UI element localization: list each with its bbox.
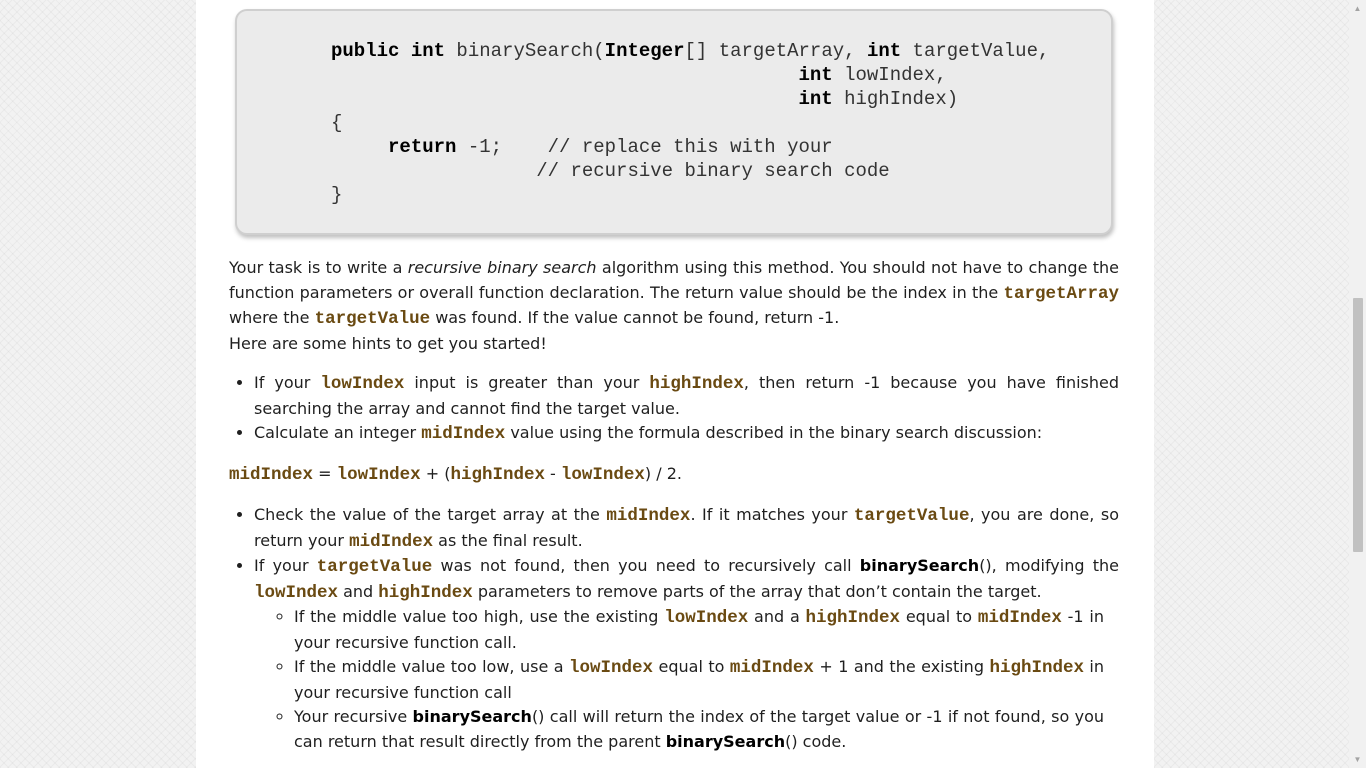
- code-term: lowIndex: [569, 658, 654, 678]
- code-term: highIndex: [649, 374, 744, 394]
- code-text: lowIndex,: [832, 64, 947, 86]
- code-term: lowIndex: [336, 464, 421, 485]
- code-text: -1;: [456, 136, 503, 158]
- code-text: }: [331, 184, 343, 206]
- text: parameters to remove parts of the array …: [472, 581, 1042, 601]
- sub-list-item: If the middle value too low, use a lowIn…: [294, 655, 1104, 705]
- code-keyword: int: [798, 64, 833, 86]
- text: If your: [254, 556, 317, 575]
- code-term: midIndex: [606, 506, 691, 526]
- list-item: Check the value of the target array at t…: [254, 503, 1119, 554]
- code-term: highIndex: [450, 464, 545, 485]
- code-comment: // recursive binary search code: [536, 160, 890, 182]
- code-keyword: return: [388, 136, 457, 158]
- code-line-7: }: [331, 183, 1049, 207]
- emphasis-text: recursive binary search: [407, 258, 597, 277]
- code-comment: // replace this with your: [547, 136, 833, 158]
- code-term: highIndex: [378, 582, 473, 603]
- bold-term: binarySearch: [665, 731, 786, 751]
- text: ) / 2.: [644, 463, 682, 483]
- scroll-up-icon[interactable]: ▲: [1349, 0, 1366, 17]
- text: value using the formula described in the…: [505, 423, 1043, 442]
- text: equal to: [653, 657, 730, 676]
- text: Your recursive: [294, 707, 413, 726]
- text: and a: [748, 607, 806, 626]
- text: where the: [229, 308, 315, 327]
- code-text: targetValue,: [901, 40, 1050, 62]
- list-item: If your lowIndex input is greater than y…: [254, 371, 1119, 421]
- code-keyword: int: [798, 88, 833, 110]
- code-line-6: // recursive binary search code: [331, 159, 1049, 183]
- code-line-4: {: [331, 111, 1049, 135]
- vertical-scrollbar[interactable]: ▲ ▼: [1349, 0, 1366, 768]
- text: Calculate an integer: [254, 423, 422, 442]
- code-block: public int binarySearch(Integer[] target…: [331, 39, 1049, 207]
- code-term: midIndex: [421, 424, 506, 444]
- intro-paragraph: Your task is to write a recursive binary…: [229, 256, 1119, 332]
- sub-list-item: If the middle value too high, use the ex…: [294, 605, 1104, 655]
- code-text: [] targetArray,: [684, 40, 867, 62]
- bold-term: binarySearch: [859, 556, 980, 575]
- code-term: highIndex: [805, 608, 901, 628]
- code-term: midIndex: [977, 608, 1062, 628]
- text: input is greater than your: [404, 373, 650, 392]
- code-term: targetArray: [1003, 283, 1119, 304]
- code-term: highIndex: [989, 658, 1084, 678]
- code-term: midIndex: [349, 531, 434, 552]
- code-keyword: public int: [331, 40, 446, 62]
- text: as the final result.: [433, 530, 583, 550]
- text: was found. If the value cannot be found,…: [430, 308, 840, 327]
- article-body: Your task is to write a recursive binary…: [229, 256, 1119, 754]
- code-text: {: [331, 112, 343, 134]
- code-term: lowIndex: [254, 582, 339, 603]
- hint-list-1: If your lowIndex input is greater than y…: [229, 371, 1119, 447]
- text: was not found, then you need to recursiv…: [432, 556, 860, 575]
- code-term: targetValue: [314, 309, 431, 329]
- list-item: Calculate an integer midIndex value usin…: [254, 421, 1119, 447]
- code-text: binarySearch(: [445, 40, 605, 62]
- text: equal to: [900, 607, 978, 626]
- code-keyword: Integer: [604, 40, 685, 62]
- code-term: targetValue: [316, 557, 433, 577]
- scroll-down-icon[interactable]: ▼: [1349, 751, 1366, 768]
- text: If the middle value too high, use the ex…: [294, 607, 665, 626]
- code-term: midIndex: [229, 464, 314, 485]
- text: + (: [420, 463, 451, 483]
- sub-hint-list: If the middle value too high, use the ex…: [254, 605, 1104, 754]
- text: and: [338, 581, 379, 601]
- code-text: highIndex): [832, 88, 959, 110]
- code-box: public int binarySearch(Integer[] target…: [235, 9, 1113, 235]
- text: + 1 and the existing: [813, 657, 990, 676]
- hint-list-2: Check the value of the target array at t…: [229, 503, 1119, 754]
- bold-term: binarySearch: [412, 707, 532, 726]
- text: Check the value of the target array at t…: [254, 505, 607, 524]
- code-term: lowIndex: [664, 608, 749, 628]
- code-line-2: int lowIndex,: [331, 63, 1049, 87]
- text: =: [313, 463, 337, 483]
- code-line-3: int highIndex): [331, 87, 1049, 111]
- text: (), modifying the: [979, 556, 1119, 575]
- code-keyword: int: [866, 40, 902, 62]
- text: If the middle value too low, use a: [294, 657, 570, 676]
- text: Your task is to write a: [229, 258, 408, 277]
- text: -: [544, 463, 561, 483]
- code-line-5: return -1; // replace this with your: [331, 135, 1049, 159]
- code-term: lowIndex: [320, 374, 405, 394]
- sub-list-item: Your recursive binarySearch() call will …: [294, 705, 1104, 754]
- hints-intro: Here are some hints to get you started!: [229, 333, 547, 353]
- text: . If it matches your: [690, 505, 854, 524]
- document-page: public int binarySearch(Integer[] target…: [196, 0, 1154, 768]
- text: () code.: [785, 731, 847, 751]
- code-term: targetValue: [853, 506, 970, 526]
- midindex-formula: midIndex = lowIndex + (highIndex - lowIn…: [229, 462, 1119, 488]
- code-term: midIndex: [729, 658, 814, 678]
- scrollbar-thumb[interactable]: [1353, 298, 1363, 552]
- code-line-1: public int binarySearch(Integer[] target…: [331, 39, 1049, 63]
- list-item: If your targetValue was not found, then …: [254, 554, 1119, 754]
- code-term: lowIndex: [560, 464, 645, 485]
- text: If your: [254, 373, 321, 392]
